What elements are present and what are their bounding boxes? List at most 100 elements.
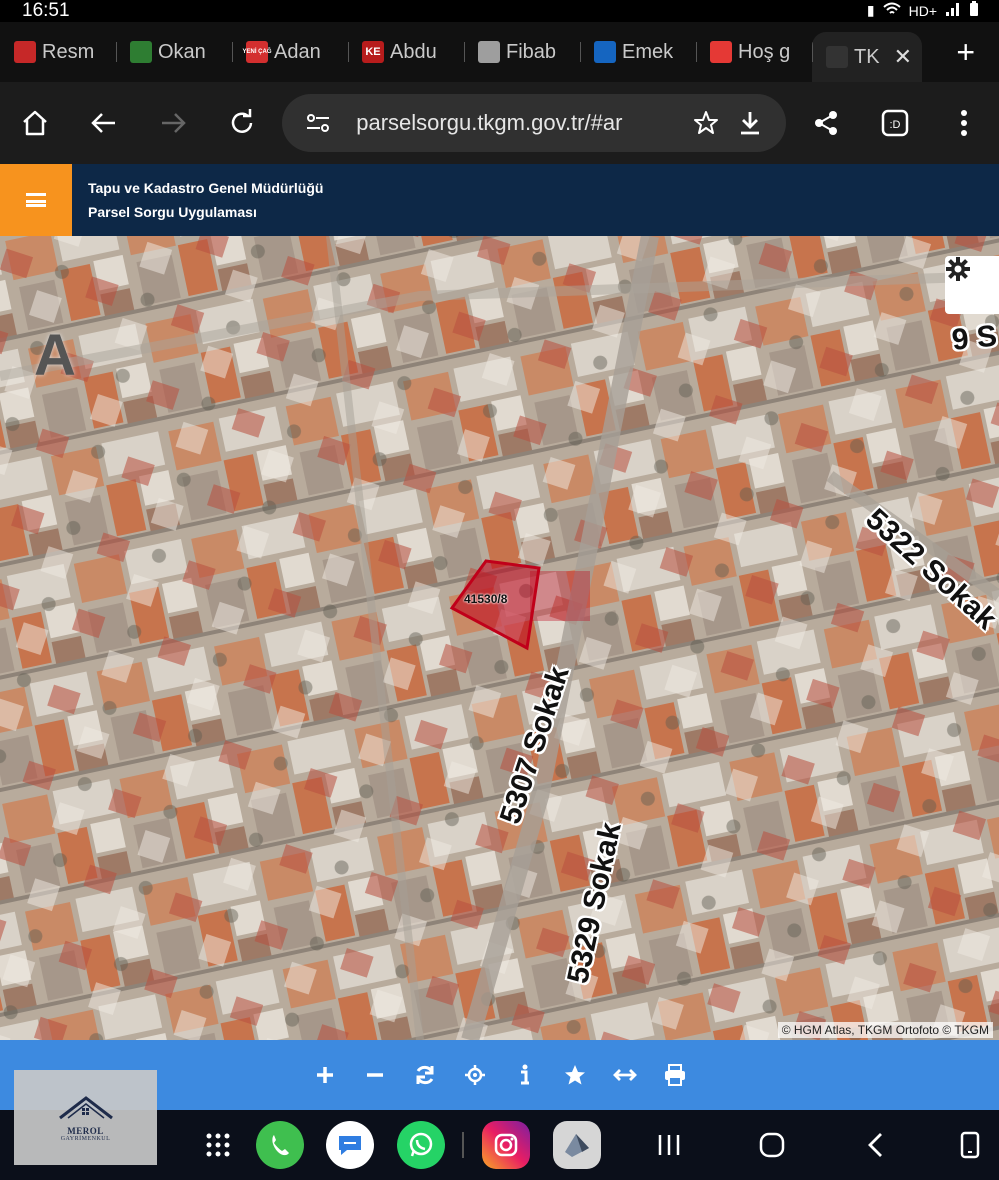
tab-bar: Resm Okan YENİ ÇAĞ Adan KE Abdu Fibab Emek Hoş g… xyxy=(0,22,999,82)
browser-tab[interactable]: Emek xyxy=(580,32,696,72)
dock-divider xyxy=(462,1132,464,1158)
arrows-horizontal-icon xyxy=(612,1069,637,1081)
home-button[interactable] xyxy=(0,93,69,153)
site-title: Tapu ve Kadastro Genel Müdürlüğü Parsel … xyxy=(88,176,323,224)
browser-tab[interactable]: YENİ ÇAĞ Adan xyxy=(232,32,348,72)
whatsapp-app-icon[interactable] xyxy=(397,1121,445,1169)
street-label-9: 9 S xyxy=(950,319,999,357)
new-tab-button[interactable]: + xyxy=(956,36,975,68)
browser-toolbar: parselsorgu.tkgm.gov.tr/#ar :D xyxy=(0,82,999,164)
tab-switcher-button[interactable]: :D xyxy=(861,93,930,153)
signal-icon xyxy=(945,2,961,19)
status-bar: 16:51 ▮ HD+ xyxy=(0,0,999,22)
zoom-out-button[interactable] xyxy=(360,1060,390,1090)
home-icon xyxy=(22,110,47,136)
favicon-icon: KE xyxy=(362,41,384,63)
more-vert-icon xyxy=(961,110,968,136)
crosshair-icon xyxy=(464,1065,485,1085)
phone-app-icon[interactable] xyxy=(256,1121,304,1169)
measure-button[interactable] xyxy=(610,1060,640,1090)
gallery-app-icon[interactable] xyxy=(553,1121,601,1169)
browser-tab[interactable]: Resm xyxy=(0,32,116,72)
share-icon xyxy=(815,111,838,135)
satellite-map[interactable]: 41530/8 5307 Sokak 5329 Sokak 5322 Sokak… xyxy=(0,236,999,1040)
instagram-app-icon[interactable] xyxy=(482,1121,530,1169)
keyboard-toggle-button[interactable] xyxy=(946,1121,994,1169)
house-logo-icon xyxy=(58,1095,113,1119)
tab-label: Fibab xyxy=(506,40,557,63)
map-settings-button[interactable] xyxy=(945,256,999,314)
hamburger-icon xyxy=(26,193,46,207)
tab-label: Abdu xyxy=(390,40,437,63)
refresh-map-button[interactable] xyxy=(410,1060,440,1090)
browser-tab[interactable]: Fibab xyxy=(464,32,580,72)
tab-label: Resm xyxy=(42,40,95,63)
arrow-left-icon xyxy=(90,113,115,133)
site-header: Tapu ve Kadastro Genel Müdürlüğü Parsel … xyxy=(0,164,999,236)
favicon-icon xyxy=(130,41,152,63)
zoom-in-button[interactable] xyxy=(310,1060,340,1090)
wifi-icon xyxy=(882,2,901,19)
chevron-left-icon xyxy=(868,1133,882,1157)
network-type-label: HD+ xyxy=(908,2,937,19)
more-menu-button[interactable] xyxy=(930,93,999,153)
bookmark-star-icon[interactable] xyxy=(684,109,728,137)
apps-grid-icon xyxy=(206,1133,230,1157)
home-circle-icon xyxy=(759,1132,785,1158)
tab-label: TK xyxy=(854,45,880,68)
browser-tab[interactable]: Okan xyxy=(116,32,232,72)
logo-name: MEROL xyxy=(67,1125,104,1136)
tab-label: Adan xyxy=(274,40,321,63)
info-icon xyxy=(520,1064,529,1085)
hamburger-menu-button[interactable] xyxy=(0,164,72,236)
parcel-label[interactable]: 41530/8 xyxy=(464,592,507,606)
map-pin-icon xyxy=(826,46,848,68)
site-title-line2: Parsel Sorgu Uygulaması xyxy=(88,204,257,220)
recents-icon xyxy=(658,1135,680,1155)
browser-tab[interactable]: KE Abdu xyxy=(348,32,464,72)
tab-label: Emek xyxy=(622,40,674,63)
back-button[interactable] xyxy=(69,93,138,153)
close-tab-icon[interactable]: ✕ xyxy=(894,44,912,70)
site-settings-icon[interactable] xyxy=(296,111,340,135)
messages-app-icon[interactable] xyxy=(326,1121,374,1169)
print-button[interactable] xyxy=(660,1060,690,1090)
phone-rotate-icon xyxy=(960,1131,980,1159)
favicon-icon xyxy=(478,41,500,63)
home-nav-button[interactable] xyxy=(748,1121,796,1169)
status-icons: ▮ HD+ xyxy=(867,1,979,20)
plus-icon xyxy=(316,1067,333,1083)
share-button[interactable] xyxy=(792,93,861,153)
download-icon[interactable] xyxy=(728,109,772,137)
browser-tab[interactable]: TK ✕ xyxy=(812,32,922,82)
arrow-right-icon xyxy=(161,113,186,133)
favorite-button[interactable] xyxy=(560,1060,590,1090)
locate-button[interactable] xyxy=(460,1060,490,1090)
status-time: 16:51 xyxy=(22,0,70,21)
forward-button[interactable] xyxy=(138,93,207,153)
gear-icon xyxy=(946,257,970,281)
apps-grid-button[interactable] xyxy=(194,1121,242,1169)
browser-tab[interactable]: Hoş g xyxy=(696,32,812,72)
printer-icon xyxy=(664,1064,685,1086)
battery-saver-icon: ▮ xyxy=(866,2,875,18)
svg-text::D: :D xyxy=(890,119,901,131)
site-title-line1: Tapu ve Kadastro Genel Müdürlüğü xyxy=(88,180,324,196)
url-text[interactable]: parselsorgu.tkgm.gov.tr/#ar xyxy=(356,110,684,136)
minus-icon xyxy=(366,1073,383,1077)
map-imagery xyxy=(0,236,999,1040)
battery-icon xyxy=(969,1,979,20)
tab-switcher-icon: :D xyxy=(882,109,909,137)
refresh-icon xyxy=(416,1065,433,1085)
reload-button[interactable] xyxy=(207,93,276,153)
favicon-icon xyxy=(594,41,616,63)
star-icon xyxy=(564,1065,585,1085)
recent-apps-button[interactable] xyxy=(645,1121,693,1169)
tab-label: Okan xyxy=(158,40,206,63)
reload-icon xyxy=(231,109,252,133)
favicon-icon: YENİ ÇAĞ xyxy=(243,41,272,63)
address-bar[interactable]: parselsorgu.tkgm.gov.tr/#ar xyxy=(282,94,786,152)
back-nav-button[interactable] xyxy=(852,1121,900,1169)
map-attribution[interactable]: © HGM Atlas, TKGM Ortofoto © TKGM xyxy=(777,1022,993,1038)
info-button[interactable] xyxy=(510,1060,540,1090)
